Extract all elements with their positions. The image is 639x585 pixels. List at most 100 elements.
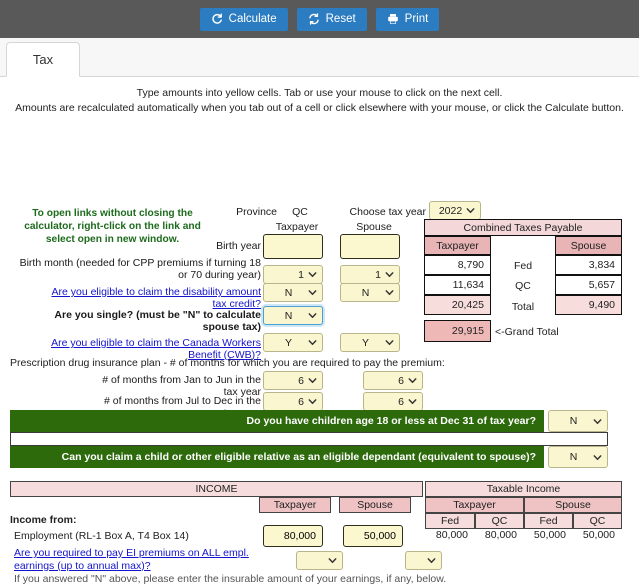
taxable-taxpayer-fed-header: Fed [425,513,475,529]
intro-line-1: Type amounts into yellow cells. Tab or u… [136,87,503,99]
grand-total-caption: <-Grand Total [495,326,559,338]
taxable-col-taxpayer: Taxpayer [425,497,524,513]
column-header-taxpayer: Taxpayer [275,221,319,233]
column-header-spouse: Spouse [356,221,392,233]
reset-button[interactable]: Reset [296,7,367,31]
birth-month-label: Birth month (needed for CPP premiums if … [19,257,261,281]
employment-taxable-taxpayer-fed: 80,000 [435,529,468,541]
are-you-single-taxpayer-value: N [284,309,293,322]
chevron-down-icon [308,340,317,346]
print-button[interactable]: Print [375,7,440,31]
refresh-icon [211,13,223,25]
chevron-down-icon [593,418,602,424]
birth-year-label: Birth year [216,240,261,252]
chevron-down-icon [308,399,317,405]
prescription-jan-jun-taxpayer-select[interactable]: 6 [263,371,323,390]
cwb-taxpayer-select[interactable]: Y [263,333,323,352]
taxes-payable-taxpayer-qc: 11,634 [424,275,491,295]
dependant-question-select[interactable]: N [548,446,608,468]
chevron-down-icon [427,558,436,564]
chevron-down-icon [385,290,394,296]
prescription-jul-dec-taxpayer-value: 6 [298,395,304,408]
cwb-spouse-select[interactable]: Y [340,333,400,352]
income-section-header: INCOME [10,481,423,497]
employment-taxpayer-input[interactable] [263,525,323,547]
tax-year-label: Choose tax year [349,206,426,218]
employment-spouse-input[interactable] [343,525,403,547]
birth-year-spouse-input[interactable] [340,234,400,259]
disability-credit-link-label: Are you eligible to claim the disability… [51,286,261,310]
chevron-down-icon [385,340,394,346]
taxable-spouse-fed-header: Fed [524,513,573,529]
dependant-question-value: N [569,451,578,463]
employment-row-label: Employment (RL-1 Box A, T4 Box 14) [14,530,189,542]
prescription-title: Prescription drug insurance plan - # of … [10,357,445,369]
chevron-down-icon [385,272,394,278]
prescription-jul-dec-spouse-value: 6 [398,395,404,408]
tax-year-select[interactable]: 2022 [429,201,481,220]
reset-cycle-icon [308,13,320,25]
tax-year-value: 2022 [438,204,463,217]
birth-month-spouse-select[interactable]: 1 [340,265,400,284]
disability-taxpayer-select[interactable]: N [263,283,323,302]
chevron-down-icon [466,208,475,214]
taxes-payable-title: Combined Taxes Payable [424,219,622,236]
dependant-question-banner: Can you claim a child or other eligible … [10,446,544,468]
are-you-single-taxpayer-select[interactable]: N [263,306,323,325]
calculate-button[interactable]: Calculate [199,7,288,31]
cwb-spouse-value: Y [361,336,369,349]
children-question-select[interactable]: N [548,410,608,432]
children-question-banner: Do you have children age 18 or less at D… [10,410,544,432]
province-label: Province [236,206,277,218]
disability-taxpayer-value: N [284,286,293,299]
tab-strip: Tax [0,38,639,77]
tax-form-sheet: Type amounts into yellow cells. Tab or u… [0,77,639,585]
taxes-payable-spouse-fed: 3,834 [555,255,622,275]
taxes-payable-spouse-qc: 5,657 [555,275,622,295]
birth-year-taxpayer-input[interactable] [263,234,323,259]
chevron-down-icon [308,272,317,278]
prescription-jul-dec-spouse-select[interactable]: 6 [363,392,423,411]
ei-premiums-link-label: Are you required to pay EI premiums on A… [14,547,249,572]
disability-spouse-select[interactable]: N [340,283,400,302]
children-question-label: Do you have children age 18 or less at D… [246,415,536,427]
top-toolbar: Calculate Reset Print [0,0,639,38]
taxable-income-section-header: Taxable Income [425,481,622,497]
taxes-payable-row-total: Total [511,301,535,313]
employment-taxable-spouse-qc: 50,000 [582,529,615,541]
province-value: QC [292,206,308,218]
intro-line-2: Amounts are recalculated automatically w… [15,102,624,114]
chevron-down-icon [308,290,317,296]
chevron-down-icon [308,313,317,319]
prescription-jul-dec-taxpayer-select[interactable]: 6 [263,392,323,411]
tab-tax[interactable]: Tax [6,42,80,77]
chevron-down-icon [408,378,417,384]
taxes-payable-taxpayer-total: 20,425 [424,295,491,315]
print-button-label: Print [404,13,429,25]
prescription-jan-jun-taxpayer-value: 6 [298,374,304,387]
income-col-spouse: Spouse [339,497,411,513]
calculate-button-label: Calculate [228,13,277,25]
chevron-down-icon [308,378,317,384]
taxes-payable-taxpayer-fed: 8,790 [424,255,491,275]
ei-premiums-taxpayer-select[interactable] [296,551,343,570]
ei-premiums-link[interactable]: Are you required to pay EI premiums on A… [14,547,260,573]
prescription-jan-jun-spouse-select[interactable]: 6 [363,371,423,390]
disability-spouse-value: N [361,286,370,299]
employment-taxable-spouse-fed: 50,000 [533,529,566,541]
disability-credit-link[interactable]: Are you eligible to claim the disability… [40,286,261,310]
open-links-notice: To open links without closing the calcul… [24,208,201,245]
ei-footnote: If you answered "N" above, please enter … [14,573,447,585]
taxable-col-spouse: Spouse [524,497,622,513]
chevron-down-icon [408,399,417,405]
ei-premiums-spouse-select[interactable] [405,551,442,570]
dependant-question-label: Can you claim a child or other eligible … [61,451,536,463]
cwb-taxpayer-value: Y [284,336,292,349]
chevron-down-icon [328,558,337,564]
banner-spacer-row [10,432,608,446]
birth-month-taxpayer-select[interactable]: 1 [263,265,323,284]
taxes-payable-col-spouse: Spouse [555,236,622,255]
income-from-label: Income from: [10,514,77,526]
are-you-single-label: Are you single? (must be "N" to calculat… [54,309,261,333]
taxes-payable-col-taxpayer: Taxpayer [424,236,491,255]
